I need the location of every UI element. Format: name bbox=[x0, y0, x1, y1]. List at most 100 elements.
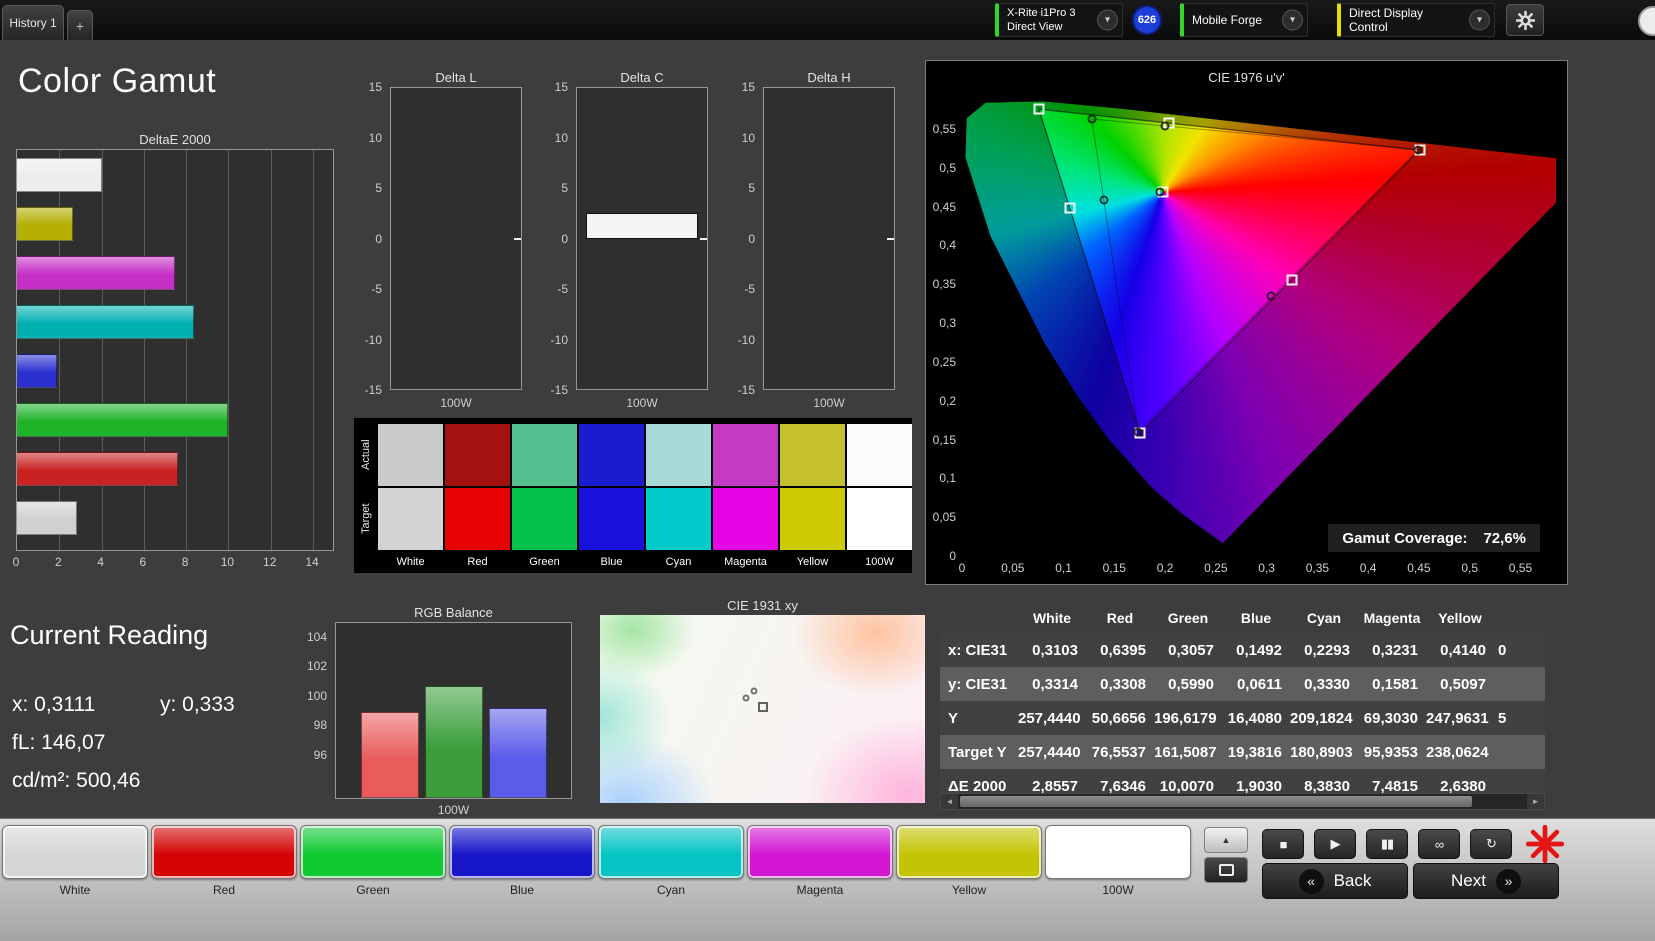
actual-swatch-magenta bbox=[713, 424, 778, 486]
table-hscrollbar[interactable]: ◄ ► bbox=[940, 793, 1545, 810]
table-row[interactable]: y: CIE31 0,3314 0,3308 0,5990 0,0611 0,3330 0,… bbox=[940, 667, 1545, 701]
next-label: Next bbox=[1451, 871, 1486, 890]
swatch-panel: Actual Target White Red Green Blue Cyan Magen… bbox=[354, 418, 912, 573]
back-button[interactable]: « Back bbox=[1262, 863, 1408, 899]
y-tick-label: 0,2 bbox=[939, 393, 956, 408]
pause-button[interactable]: ▮▮ bbox=[1366, 829, 1408, 859]
y-tick-label: 102 bbox=[306, 659, 327, 674]
measured-point-green bbox=[1087, 114, 1097, 124]
table-cell: 0,3057 bbox=[1168, 641, 1214, 659]
x-tick-label: 0,15 bbox=[1102, 561, 1126, 575]
scroll-right-icon[interactable]: ► bbox=[1527, 794, 1544, 809]
x-tick-label: 0,35 bbox=[1305, 561, 1330, 575]
x-axis-label: 100W bbox=[626, 396, 658, 410]
pattern-swatch-yellow[interactable] bbox=[896, 825, 1042, 879]
actual-swatch-red bbox=[445, 424, 510, 486]
pattern-window-button[interactable] bbox=[1204, 857, 1248, 883]
pattern-swatch-red[interactable] bbox=[151, 825, 297, 879]
panel-expand-button[interactable]: ▲ bbox=[1204, 827, 1248, 853]
y-axis-labels: 15 10 5 0 -5 -10 -15 bbox=[538, 80, 572, 397]
target-swatch-red bbox=[445, 488, 510, 550]
table-row[interactable]: Target Y 257,4440 76,5537 161,5087 19,3816 18… bbox=[940, 735, 1545, 769]
y-tick-label: 15 bbox=[741, 80, 755, 94]
actual-row-label: Actual bbox=[360, 439, 372, 471]
tab-history[interactable]: History 1 bbox=[2, 5, 64, 40]
x-tick-label: 0,25 bbox=[1204, 561, 1228, 575]
target-point-green bbox=[1033, 103, 1045, 115]
source-dropdown[interactable]: Mobile Forge ▾ bbox=[1180, 3, 1308, 37]
scroll-track[interactable] bbox=[958, 794, 1527, 809]
y-tick-label: 0,35 bbox=[932, 277, 956, 292]
x-tick-label: 12 bbox=[263, 555, 277, 569]
x-tick-label: 8 bbox=[181, 555, 189, 569]
x-tick-label: 0,55 bbox=[1508, 561, 1533, 575]
deltae-bar-red bbox=[17, 452, 179, 486]
y-tick-label: 0,3 bbox=[939, 316, 956, 331]
back-label: Back bbox=[1333, 871, 1372, 890]
swatch-label: Red bbox=[467, 556, 488, 568]
pattern-swatch-100w[interactable] bbox=[1045, 825, 1191, 879]
pattern-swatch-blue[interactable] bbox=[449, 825, 595, 879]
gridline bbox=[101, 150, 103, 550]
swatch-label: Blue bbox=[600, 556, 623, 568]
table-cell: 247,9631 bbox=[1426, 709, 1489, 727]
chevron-down-icon[interactable]: ▾ bbox=[1469, 9, 1490, 31]
pattern-swatch-magenta[interactable] bbox=[747, 825, 893, 879]
display-dropdown[interactable]: Direct Display Control ▾ bbox=[1337, 3, 1495, 37]
pattern-swatch-green[interactable] bbox=[300, 825, 446, 879]
y-tick-label: -15 bbox=[550, 383, 568, 397]
meter-dropdown[interactable]: X-Rite i1Pro 3 Direct View ▾ bbox=[995, 3, 1123, 37]
cie-plot: Gamut Coverage: 72,6% bbox=[962, 91, 1556, 556]
y-tick-label: 0,55 bbox=[932, 122, 956, 137]
stop-button[interactable]: ■ bbox=[1262, 829, 1304, 859]
deltae-bar-white bbox=[17, 501, 78, 535]
window-circle-icon[interactable] bbox=[1638, 6, 1655, 36]
table-row[interactable]: ΔE 2000 2,8557 7,6346 10,0070 1,9030 8,3830 7,… bbox=[940, 769, 1545, 793]
pattern-swatch-cyan[interactable] bbox=[598, 825, 744, 879]
scroll-thumb[interactable] bbox=[960, 796, 1473, 807]
column-header: White bbox=[1032, 610, 1072, 626]
chevron-down-icon[interactable]: ▾ bbox=[1097, 9, 1118, 31]
measured-point-red bbox=[1413, 145, 1423, 155]
settings-button[interactable] bbox=[1506, 4, 1544, 36]
add-tab-button[interactable]: + bbox=[67, 10, 93, 40]
delta-h-chart: Delta H 15 10 5 0 -5 -10 -15 100W bbox=[738, 70, 895, 410]
refresh-button[interactable]: ↻ bbox=[1470, 829, 1512, 859]
column-header: Magenta bbox=[1363, 610, 1421, 626]
x-tick-label: 0,05 bbox=[1001, 561, 1025, 575]
chart-title: Delta L bbox=[435, 70, 477, 85]
row-label: Target Y bbox=[948, 743, 1007, 761]
table-cell: 0,1492 bbox=[1236, 641, 1282, 659]
table-cell: 0,2293 bbox=[1304, 641, 1350, 659]
table-header-row: White Red Green Blue Cyan Magenta Yellow bbox=[940, 603, 1545, 633]
target-point-cyan bbox=[1064, 202, 1076, 214]
play-button[interactable]: ▶ bbox=[1314, 829, 1356, 859]
page-title: Color Gamut bbox=[18, 62, 217, 100]
gridline bbox=[143, 150, 145, 550]
table-row[interactable]: Y 257,4440 50,6656 196,6179 16,4080 209,1824 6… bbox=[940, 701, 1545, 735]
table-cell: 0,3103 bbox=[1032, 641, 1078, 659]
measured-point bbox=[750, 687, 758, 695]
table-cell: 0,5990 bbox=[1168, 675, 1214, 693]
record-asterisk-icon bbox=[1525, 824, 1565, 864]
row-label: Y bbox=[948, 709, 959, 727]
chevron-down-icon[interactable]: ▾ bbox=[1282, 9, 1303, 31]
target-swatch-green bbox=[512, 488, 577, 550]
y-tick-label: 0,4 bbox=[939, 238, 956, 253]
reading-cd: cd/m²: 500,46 bbox=[12, 769, 141, 792]
reading-fl: fL: 146,07 bbox=[12, 731, 106, 754]
continuous-button[interactable]: ∞ bbox=[1418, 829, 1460, 859]
row-label: y: CIE31 bbox=[948, 675, 1008, 693]
scroll-left-icon[interactable]: ◄ bbox=[941, 794, 958, 809]
table-cell: 0,4140 bbox=[1440, 641, 1486, 659]
pattern-swatch-white[interactable] bbox=[2, 825, 148, 879]
next-button[interactable]: Next » bbox=[1413, 863, 1559, 899]
measured-point bbox=[742, 694, 750, 702]
target-point-magenta bbox=[1286, 274, 1298, 286]
table-row[interactable]: x: CIE31 0,3103 0,6395 0,3057 0,1492 0,2293 0,… bbox=[940, 633, 1545, 667]
y-tick-label: -5 bbox=[371, 282, 382, 296]
meter-label: X-Rite i1Pro 3 Direct View bbox=[1007, 6, 1075, 35]
y-tick-label: -10 bbox=[737, 332, 755, 347]
target-swatch-white bbox=[378, 488, 443, 550]
x-tick-label: 10 bbox=[220, 555, 235, 569]
